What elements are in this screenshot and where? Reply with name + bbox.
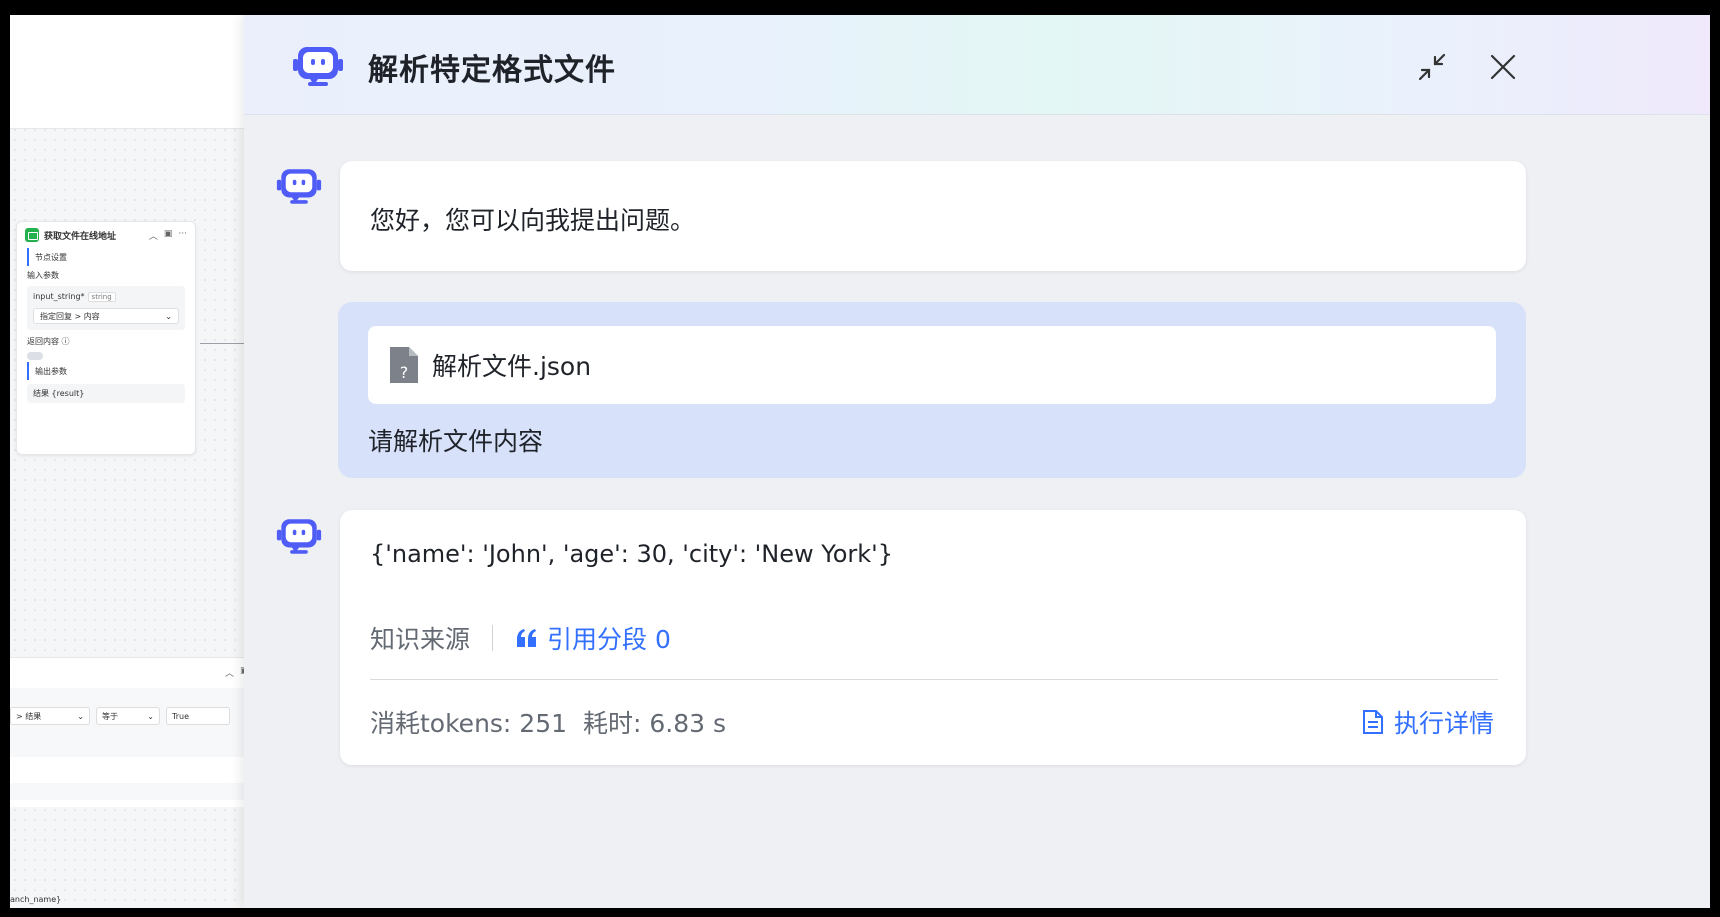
close-button[interactable] [1485, 49, 1521, 85]
user-question: 请解析文件内容 [368, 427, 544, 456]
minimize-button[interactable] [1414, 49, 1450, 85]
chat-panel: 解析特定格式文件 您好，您可以向我提出问题。 ? 解析文件.json 请解析文件… [244, 15, 1710, 908]
citation-link[interactable]: 引用分段 0 [515, 620, 671, 656]
document-icon [1362, 710, 1383, 734]
chat-header: 解析特定格式文件 [244, 15, 1710, 115]
output-value: 结果 {result} [27, 384, 185, 403]
param-name: input_string* [33, 292, 85, 301]
quote-icon [517, 629, 537, 647]
answer-message: {'name': 'John', 'age': 30, 'city': 'New… [340, 510, 1526, 765]
token-count: 消耗tokens: 251 [370, 709, 568, 738]
svg-text:?: ? [400, 363, 409, 382]
file-unknown-icon: ? [390, 347, 418, 383]
footer-variable: anch_name} [10, 895, 62, 904]
param-type-badge: string [87, 292, 116, 302]
usage-stats: 消耗tokens: 251 耗时: 6.83 s [370, 704, 742, 740]
canvas-toolbar-area [10, 15, 280, 129]
return-content-label: 返回内容 ⓘ [27, 336, 70, 346]
divider [370, 679, 1498, 680]
output-params-label: 输出参数 [27, 362, 195, 380]
greeting-message: 您好，您可以向我提出问题。 [340, 161, 1526, 271]
answer-text: {'name': 'John', 'age': 30, 'city': 'New… [370, 540, 894, 568]
info-icon: ⓘ [61, 336, 70, 346]
chat-title: 解析特定格式文件 [368, 53, 616, 88]
input-params-label: 输入参数 [27, 270, 59, 280]
return-content-toggle[interactable] [27, 352, 43, 360]
node-title: 获取文件在线地址 [44, 231, 117, 242]
detail-label: 执行详情 [1393, 709, 1494, 738]
divider [492, 625, 494, 651]
node-settings-label: 节点设置 [27, 248, 195, 266]
condition-field-select[interactable]: > 结果 ⌄ [10, 707, 90, 725]
run-icon[interactable]: ▣ [164, 229, 173, 242]
attached-file[interactable]: ? 解析文件.json [368, 326, 1496, 404]
knowledge-source: 知识来源 引用分段 0 [370, 620, 671, 656]
close-icon [1490, 54, 1516, 80]
execution-detail-button[interactable]: 执行详情 [1362, 704, 1494, 740]
more-icon[interactable]: ··· [178, 229, 187, 242]
input-param-box: input_string* string 指定回复 > 内容 ⌄ [27, 286, 185, 330]
robot-icon [293, 47, 343, 86]
file-name: 解析文件.json [432, 352, 592, 381]
param-value-select[interactable]: 指定回复 > 内容 ⌄ [33, 308, 179, 324]
condition-operator-select[interactable]: 等于 ⌄ [96, 707, 160, 725]
condition-node[interactable]: ︿ ▣ ··· [10, 657, 280, 807]
citation-text: 引用分段 0 [547, 625, 671, 654]
user-message: ? 解析文件.json 请解析文件内容 [338, 302, 1526, 478]
param-value: 指定回复 > 内容 [40, 311, 100, 321]
minimize-icon [1418, 53, 1446, 81]
collapse-icon[interactable]: ︿ [149, 229, 158, 242]
collapse-icon[interactable]: ︿ [225, 666, 234, 679]
robot-icon [276, 169, 322, 204]
app-frame: 获取文件在线地址 ︿ ▣ ··· 节点设置 输入参数 input_string*… [10, 15, 1710, 908]
node-header: 获取文件在线地址 ︿ ▣ ··· [17, 222, 195, 248]
source-label: 知识来源 [370, 625, 471, 654]
condition-value-input[interactable]: True [166, 707, 230, 725]
condition-row [10, 757, 280, 783]
elapsed-time: 耗时: 6.83 s [583, 709, 727, 738]
workflow-node[interactable]: 获取文件在线地址 ︿ ▣ ··· 节点设置 输入参数 input_string*… [16, 221, 196, 455]
node-type-icon [25, 228, 39, 242]
chevron-down-icon: ⌄ [165, 311, 172, 321]
robot-icon [276, 519, 322, 554]
